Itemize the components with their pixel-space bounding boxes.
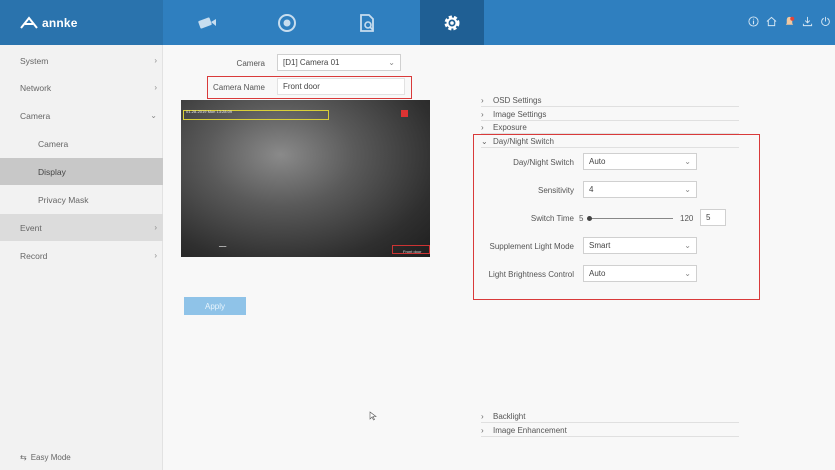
sidebar-item-system[interactable]: System › bbox=[0, 47, 163, 74]
section-exposure[interactable]: › Exposure bbox=[481, 121, 739, 134]
playback-icon bbox=[278, 13, 296, 32]
main-content: Camera [D1] Camera 01 ⌄ Camera Name Fron… bbox=[163, 45, 835, 470]
gear-icon bbox=[444, 15, 460, 30]
sidebar-item-record[interactable]: Record › bbox=[0, 242, 163, 269]
section-image-enhancement[interactable]: › Image Enhancement bbox=[481, 424, 739, 437]
nav-configuration[interactable] bbox=[420, 0, 484, 45]
chevron-right-icon: › bbox=[154, 83, 157, 92]
chevron-down-icon: ⌄ bbox=[481, 136, 488, 146]
switch-time-max: 120 bbox=[680, 214, 694, 223]
file-search-icon bbox=[360, 13, 374, 32]
sidebar-subitem-camera[interactable]: Camera bbox=[0, 130, 163, 157]
nav-playback[interactable] bbox=[255, 0, 319, 45]
info-icon[interactable] bbox=[747, 15, 759, 27]
section-day-night-switch[interactable]: ⌄ Day/Night Switch bbox=[481, 135, 739, 148]
chevron-down-icon: ⌄ bbox=[684, 241, 691, 250]
supplement-light-mode-select[interactable]: Smart ⌄ bbox=[583, 237, 697, 254]
easy-mode-link[interactable]: ⇆ Easy Mode bbox=[20, 453, 71, 462]
nav-live-view[interactable] bbox=[175, 0, 239, 45]
sidebar-item-camera[interactable]: Camera ⌄ bbox=[0, 102, 163, 129]
switch-time-label: Switch Time bbox=[530, 214, 574, 223]
live-preview[interactable]: 01-28-2019 Mon 13:28:09 ━━━ Front door bbox=[181, 100, 430, 257]
brand-logo: annke bbox=[0, 0, 163, 45]
sidebar-item-network[interactable]: Network › bbox=[0, 74, 163, 101]
chevron-right-icon: › bbox=[154, 223, 157, 232]
camera-select[interactable]: [D1] Camera 01 ⌄ bbox=[277, 54, 401, 71]
sidebar-subitem-privacy-mask[interactable]: Privacy Mask bbox=[0, 186, 163, 213]
chevron-down-icon: ⌄ bbox=[684, 269, 691, 278]
sensitivity-select[interactable]: 4 ⌄ bbox=[583, 181, 697, 198]
camera-id-text: ━━━ bbox=[219, 244, 227, 249]
chevron-down-icon: ⌄ bbox=[684, 185, 691, 194]
brand-name: annke bbox=[42, 15, 78, 30]
supplement-light-mode-label: Supplement Light Mode bbox=[489, 242, 575, 251]
switch-time-slider[interactable] bbox=[587, 218, 673, 219]
alert-icon[interactable] bbox=[783, 15, 795, 27]
switch-time-slider-handle[interactable] bbox=[587, 216, 592, 221]
light-brightness-control-label: Light Brightness Control bbox=[488, 270, 574, 279]
switch-time-input[interactable]: 5 bbox=[700, 209, 726, 226]
section-image-settings[interactable]: › Image Settings bbox=[481, 108, 739, 121]
section-osd-settings[interactable]: › OSD Settings bbox=[481, 94, 739, 107]
chevron-right-icon: › bbox=[481, 411, 484, 421]
light-brightness-control-select[interactable]: Auto ⌄ bbox=[583, 265, 697, 282]
mouse-cursor-icon bbox=[369, 411, 377, 421]
top-bar: annke bbox=[0, 0, 835, 45]
chevron-right-icon: › bbox=[154, 56, 157, 65]
apply-button[interactable]: Apply bbox=[184, 297, 246, 315]
top-right-icons bbox=[747, 15, 831, 27]
camera-name-input[interactable]: Front door bbox=[277, 78, 405, 95]
chevron-right-icon: › bbox=[154, 251, 157, 260]
camera-label: Camera bbox=[236, 59, 265, 68]
sidebar-subitem-display[interactable]: Display bbox=[0, 158, 163, 185]
record-indicator-icon bbox=[401, 110, 408, 117]
chevron-right-icon: › bbox=[481, 95, 484, 105]
osd-time-text: 01-28-2019 Mon 13:28:09 bbox=[186, 109, 233, 114]
download-icon[interactable] bbox=[801, 15, 813, 27]
swap-icon: ⇆ bbox=[20, 453, 27, 462]
chevron-down-icon: ⌄ bbox=[684, 157, 691, 166]
day-night-switch-select[interactable]: Auto ⌄ bbox=[583, 153, 697, 170]
home-icon[interactable] bbox=[765, 15, 777, 27]
chevron-right-icon: › bbox=[481, 122, 484, 132]
chevron-right-icon: › bbox=[481, 425, 484, 435]
section-backlight[interactable]: › Backlight bbox=[481, 410, 739, 423]
day-night-switch-label: Day/Night Switch bbox=[513, 158, 574, 167]
chevron-right-icon: › bbox=[481, 109, 484, 119]
sidebar: System › Network › Camera ⌄ Camera Displ… bbox=[0, 45, 163, 470]
power-icon[interactable] bbox=[819, 15, 831, 27]
camera-icon bbox=[198, 16, 216, 29]
sensitivity-label: Sensitivity bbox=[537, 186, 574, 195]
chevron-down-icon: ⌄ bbox=[150, 111, 157, 120]
logo-icon bbox=[20, 15, 38, 29]
camera-name-label: Camera Name bbox=[212, 83, 265, 92]
switch-time-min: 5 bbox=[579, 214, 584, 223]
camera-name-osd-box[interactable]: Front door bbox=[392, 245, 430, 254]
sidebar-item-event[interactable]: Event › bbox=[0, 214, 163, 241]
nav-search[interactable] bbox=[335, 0, 399, 45]
chevron-down-icon: ⌄ bbox=[388, 58, 395, 67]
